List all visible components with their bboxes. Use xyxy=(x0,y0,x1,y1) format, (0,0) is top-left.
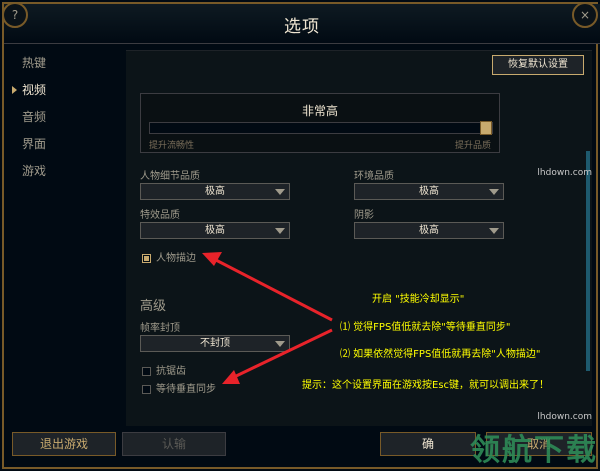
title-bar: 选项 xyxy=(4,4,600,44)
vsync-label: 等待垂直同步 xyxy=(156,384,216,395)
frame-rate-cap-dropdown[interactable]: 不封顶 xyxy=(140,335,290,352)
sidebar: 热键 视频 音频 界面 游戏 xyxy=(12,50,122,430)
exit-game-button[interactable]: 退出游戏 xyxy=(12,432,116,456)
sidebar-item-interface[interactable]: 界面 xyxy=(12,131,122,158)
character-outline-option[interactable]: 人物描边 xyxy=(142,253,196,267)
quality-slider-track[interactable] xyxy=(149,121,493,135)
environment-quality-value: 极高 xyxy=(419,186,439,197)
watermark-url-bottom: lhdown.com xyxy=(537,412,592,422)
effects-quality-label: 特效品质 xyxy=(140,210,180,221)
quality-slider-handle[interactable] xyxy=(480,121,492,135)
sidebar-item-hotkeys[interactable]: 热键 xyxy=(12,50,122,77)
character-outline-checkbox[interactable] xyxy=(142,253,151,263)
frame-rate-cap-value: 不封顶 xyxy=(200,338,230,349)
annotation-line-3: ⑵ 如果依然觉得FPS值低就再去除"人物描边" xyxy=(340,349,541,360)
character-outline-label: 人物描边 xyxy=(156,253,196,264)
shadows-value: 极高 xyxy=(419,225,439,236)
advanced-section-title: 高级 xyxy=(140,299,167,314)
surrender-button[interactable]: 认输 xyxy=(122,432,226,456)
quality-level-label: 非常高 xyxy=(301,104,338,118)
vsync-checkbox[interactable] xyxy=(142,384,151,394)
ok-button[interactable]: 确 xyxy=(380,432,476,456)
graphics-quality-slider: 非常高 提升流畅性 提升品质 xyxy=(140,93,500,153)
annotation-line-2: ⑴ 觉得FPS值低就去除"等待垂直同步" xyxy=(340,322,511,333)
chevron-down-icon xyxy=(275,228,285,234)
close-icon[interactable]: × xyxy=(572,2,598,28)
environment-quality-dropdown[interactable]: 极高 xyxy=(354,183,504,200)
antialias-label: 抗锯齿 xyxy=(156,366,186,377)
annotation-tip: 提示：这个设置界面在游戏按Esc键，就可以调出来了！ xyxy=(302,380,550,391)
chevron-down-icon xyxy=(489,228,499,234)
antialias-checkbox[interactable] xyxy=(142,366,151,376)
shadows-label: 阴影 xyxy=(354,210,374,221)
character-quality-dropdown[interactable]: 极高 xyxy=(140,183,290,200)
vsync-option[interactable]: 等待垂直同步 xyxy=(142,384,216,398)
shadows-dropdown[interactable]: 极高 xyxy=(354,222,504,239)
video-settings-panel: 恢复默认设置 非常高 提升流畅性 提升品质 人物细节品质 极高 环境品质 极高 … xyxy=(126,50,592,426)
options-window: 选项 ? × 热键 视频 音频 界面 游戏 恢复默认设置 非常高 提升流畅性 提… xyxy=(2,2,600,469)
chevron-down-icon xyxy=(489,189,499,195)
sidebar-item-audio[interactable]: 音频 xyxy=(12,104,122,131)
quality-low-label: 提升流畅性 xyxy=(149,141,195,151)
watermark-url-top: lhdown.com xyxy=(537,168,592,178)
annotation-line-1: 开启 "技能冷却显示" xyxy=(372,294,465,305)
quality-high-label: 提升品质 xyxy=(454,141,491,151)
effects-quality-dropdown[interactable]: 极高 xyxy=(140,222,290,239)
character-quality-label: 人物细节品质 xyxy=(140,171,200,182)
sidebar-item-video[interactable]: 视频 xyxy=(12,77,122,104)
help-icon[interactable]: ? xyxy=(2,2,28,28)
watermark-logo: 领航下载 xyxy=(470,433,598,468)
chevron-down-icon xyxy=(275,341,285,347)
character-quality-value: 极高 xyxy=(205,186,225,197)
scrollbar[interactable] xyxy=(586,151,590,371)
antialias-option[interactable]: 抗锯齿 xyxy=(142,366,186,380)
reset-defaults-button[interactable]: 恢复默认设置 xyxy=(492,55,584,75)
chevron-down-icon xyxy=(275,189,285,195)
sidebar-item-game[interactable]: 游戏 xyxy=(12,158,122,185)
environment-quality-label: 环境品质 xyxy=(354,171,394,182)
window-title: 选项 xyxy=(284,17,320,37)
effects-quality-value: 极高 xyxy=(205,225,225,236)
frame-rate-cap-label: 帧率封顶 xyxy=(140,323,180,334)
